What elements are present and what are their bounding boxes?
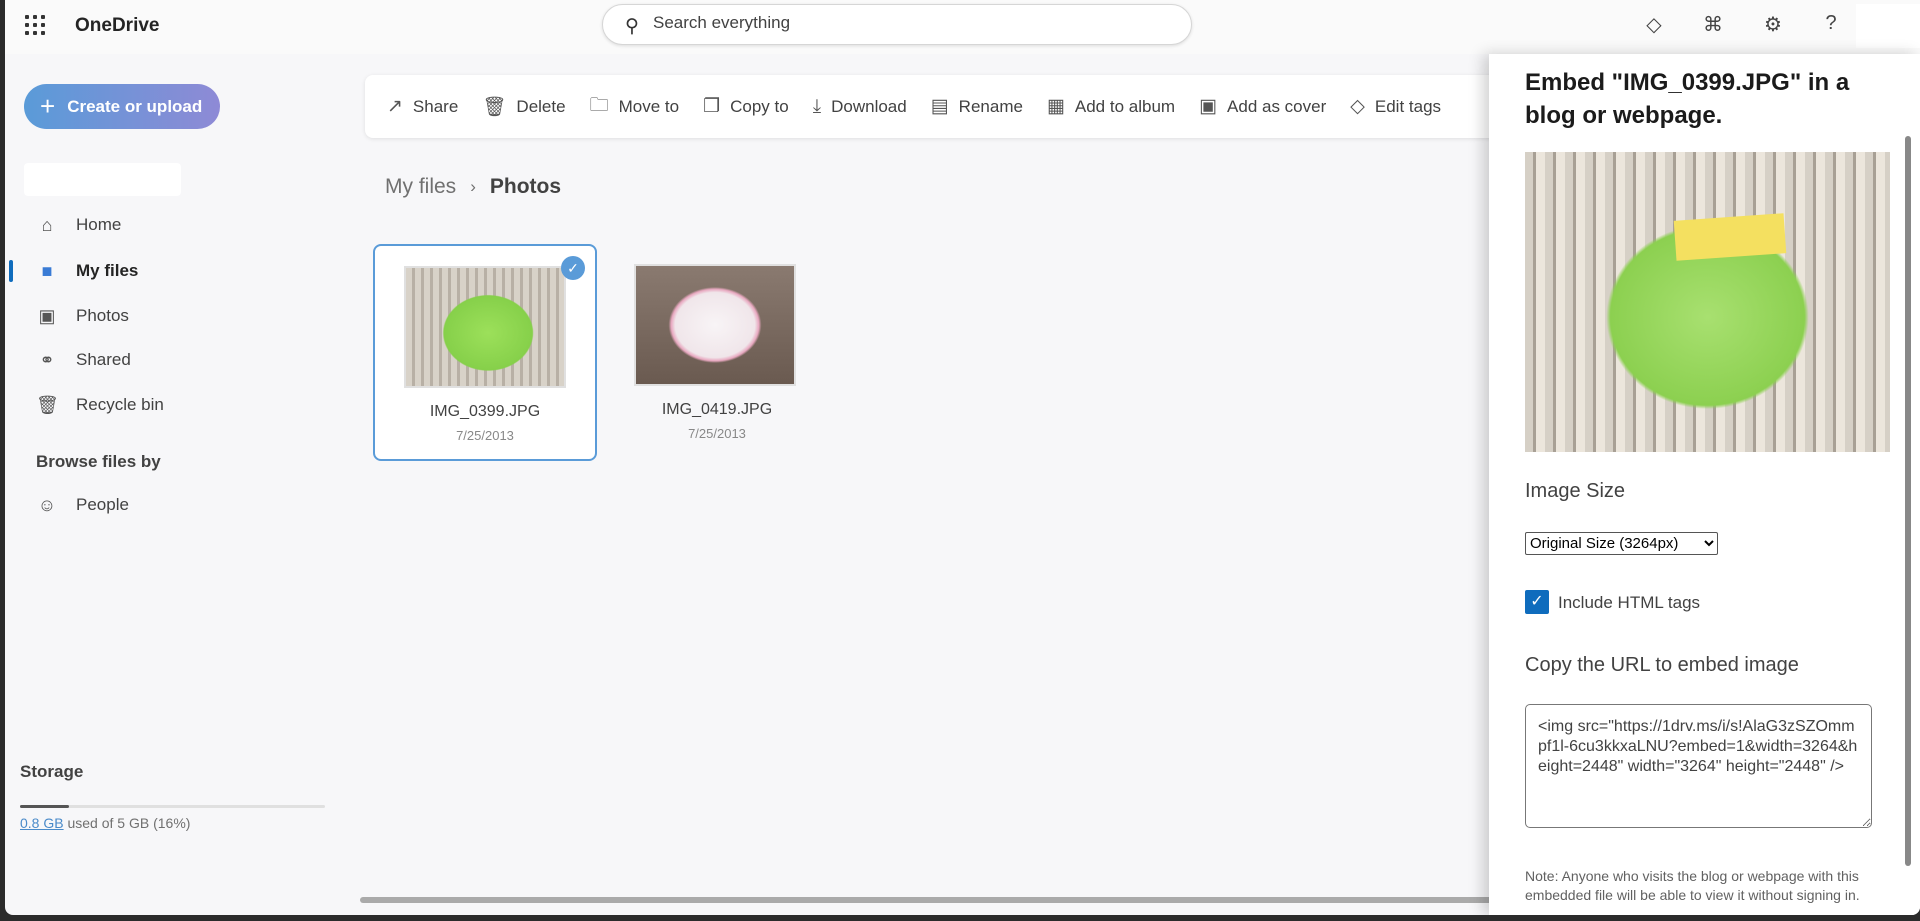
file-name: IMG_0419.JPG	[661, 401, 773, 418]
help-icon[interactable]: ?	[1818, 12, 1844, 35]
plus-icon: +	[40, 91, 56, 121]
label: Rename	[958, 96, 1023, 116]
storage-bar	[20, 805, 325, 808]
edit-tags-button[interactable]: ◇ Edit tags	[1350, 95, 1441, 118]
download-button[interactable]: ⤓ Download	[813, 96, 907, 118]
storage-text: 0.8 GB used of 5 GB (16%)	[20, 815, 190, 831]
cover-image-icon: ▣	[1199, 96, 1218, 117]
breadcrumb-current: Photos	[489, 175, 562, 198]
chevron-right-icon: ›	[470, 177, 476, 196]
copy-to-button[interactable]: ❐ Copy to	[703, 95, 789, 118]
share-button[interactable]: ↗ Share	[387, 95, 458, 118]
add-as-cover-button[interactable]: ▣ Add as cover	[1199, 95, 1326, 118]
folder-icon: ■	[41, 260, 53, 281]
sidebar-item-my-files[interactable]: ■ My files	[5, 256, 138, 286]
settings-gear-icon[interactable]: ⚙	[1760, 12, 1786, 37]
browse-files-heading: Browse files by	[36, 452, 161, 471]
embed-code-textarea[interactable]: <img src="https://1drv.ms/i/s!AlaG3zSZOm…	[1525, 704, 1872, 828]
onedrive-window: OneDrive ⚲ ◇ ⌘ ⚙ ? + Create or upload ⌂ Ho…	[5, 0, 1920, 915]
embed-panel: Embed "IMG_0399.JPG" in a blog or webpag…	[1489, 54, 1920, 915]
panel-title: Embed "IMG_0399.JPG" in a blog or webpag…	[1525, 69, 1850, 129]
premium-diamond-icon[interactable]: ◇	[1641, 12, 1667, 37]
file-date: 7/25/2013	[688, 426, 746, 441]
app-title[interactable]: OneDrive	[75, 15, 159, 37]
embed-note: Note: Anyone who visits the blog or webp…	[1525, 868, 1860, 903]
trash-icon: 🗑	[482, 96, 507, 118]
sidebar-item-label: Recycle bin	[76, 395, 164, 414]
label: Delete	[516, 96, 566, 116]
label: Move to	[618, 96, 680, 116]
label: Download	[831, 96, 907, 116]
share-connect-icon[interactable]: ⌘	[1700, 12, 1726, 37]
storage-title: Storage	[20, 762, 84, 781]
sidebar-item-label: My files	[76, 261, 139, 280]
download-icon: ⤓	[812, 95, 822, 117]
delete-button[interactable]: 🗑 Delete	[482, 95, 565, 119]
label: Add to album	[1074, 96, 1176, 116]
label: Add as cover	[1227, 96, 1327, 116]
sidebar: + Create or upload ⌂ Home ■ My files ▣ Photo…	[5, 54, 335, 915]
trash-icon: 🗑	[36, 394, 59, 415]
include-html-label: Include HTML tags	[1558, 593, 1701, 612]
top-bar: OneDrive ⚲ ◇ ⌘ ⚙ ?	[5, 0, 1920, 54]
file-name: IMG_0399.JPG	[429, 403, 541, 420]
search-box[interactable]: ⚲	[602, 4, 1192, 45]
panel-scrollbar[interactable]	[1905, 136, 1911, 866]
people-icon: ⚭	[39, 349, 55, 370]
thumbnail	[404, 266, 566, 388]
photo-icon: ▣	[38, 305, 56, 326]
sidebar-item-shared[interactable]: ⚭ Shared	[5, 345, 131, 375]
sidebar-item-people[interactable]: ☺ People	[5, 490, 129, 520]
create-label: Create or upload	[67, 96, 203, 116]
file-tile[interactable]: IMG_0419.JPG 7/25/2013	[605, 244, 829, 461]
copy-url-label: Copy the URL to embed image	[1525, 654, 1799, 676]
selected-check-icon[interactable]: ✓	[561, 256, 585, 280]
horizontal-scrollbar[interactable]	[360, 897, 1495, 903]
add-to-album-icon: ▦	[1046, 96, 1065, 117]
include-html-checkbox[interactable]: ✓	[1525, 590, 1549, 614]
breadcrumb: My files › Photos	[385, 175, 561, 199]
search-input[interactable]	[653, 13, 1153, 33]
rename-button[interactable]: ▤ Rename	[931, 95, 1023, 118]
sidebar-item-label: Shared	[76, 350, 131, 369]
sidebar-item-photos[interactable]: ▣ Photos	[5, 301, 129, 331]
person-icon: ☺	[37, 494, 57, 515]
copy-icon: ❐	[703, 96, 721, 117]
embed-preview-image	[1525, 152, 1890, 452]
sidebar-item-recycle-bin[interactable]: 🗑 Recycle bin	[5, 390, 164, 420]
storage-bar-fill	[20, 805, 69, 808]
breadcrumb-my-files[interactable]: My files	[385, 175, 456, 199]
label: Share	[412, 96, 459, 116]
sidebar-item-home[interactable]: ⌂ Home	[5, 210, 122, 240]
image-size-select[interactable]: Original Size (3264px)	[1525, 532, 1718, 555]
sidebar-item-label: Photos	[76, 306, 129, 325]
folder-move-icon: 🗀	[589, 94, 609, 116]
label: Copy to	[730, 96, 789, 116]
image-size-label: Image Size	[1525, 480, 1626, 502]
file-tile[interactable]: ✓ IMG_0399.JPG 7/25/2013	[373, 244, 597, 461]
storage-used-link[interactable]: 0.8 GB	[20, 815, 64, 831]
home-icon: ⌂	[41, 214, 53, 235]
blank-field	[24, 163, 181, 196]
sidebar-item-label: People	[76, 495, 129, 514]
avatar[interactable]	[1856, 4, 1920, 48]
sidebar-item-label: Home	[76, 215, 122, 234]
app-launcher-icon[interactable]	[25, 15, 45, 35]
create-or-upload-button[interactable]: + Create or upload	[24, 84, 220, 129]
storage-total: used of 5 GB (16%)	[63, 815, 191, 831]
add-to-album-button[interactable]: ▦ Add to album	[1047, 95, 1175, 118]
command-bar: ↗ Share 🗑 Delete 🗀 Move to ❐ Copy to ⤓ Downlo…	[365, 75, 1515, 138]
label: Edit tags	[1374, 96, 1442, 116]
share-icon: ↗	[387, 96, 403, 117]
rename-icon: ▤	[930, 96, 949, 117]
file-date: 7/25/2013	[456, 428, 514, 443]
thumbnail	[634, 264, 796, 386]
tag-icon: ◇	[1350, 96, 1365, 117]
search-icon: ⚲	[625, 16, 639, 37]
move-to-button[interactable]: 🗀 Move to	[590, 91, 680, 123]
